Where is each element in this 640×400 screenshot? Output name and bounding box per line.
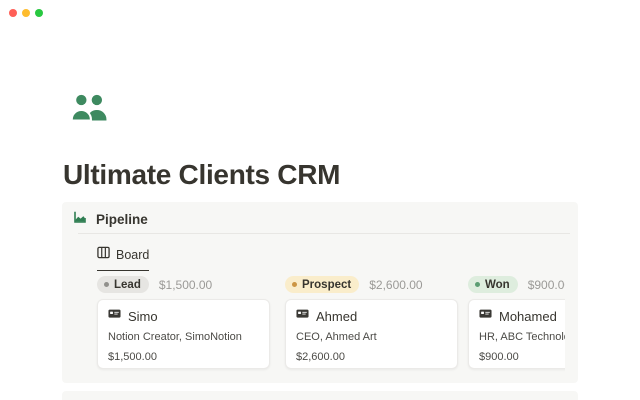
- status-label: Won: [485, 279, 510, 291]
- column-total: $900.00: [528, 278, 565, 292]
- column-header: Prospect $2,600.00: [285, 276, 458, 293]
- people-icon: [66, 86, 112, 132]
- contact-card-icon: [296, 307, 309, 325]
- card-amount: $1,500.00: [108, 351, 259, 363]
- status-dot-icon: [292, 282, 297, 287]
- board-columns-icon: [97, 246, 110, 264]
- status-pill-won[interactable]: Won: [468, 276, 518, 293]
- contact-card-icon: [479, 307, 492, 325]
- tab-board[interactable]: Board: [97, 246, 149, 271]
- minimize-button[interactable]: [22, 9, 30, 17]
- board-view: Lead $1,500.00: [62, 276, 565, 383]
- card-name: Ahmed: [316, 309, 357, 324]
- status-label: Lead: [114, 279, 141, 291]
- card-amount: $2,600.00: [296, 351, 447, 363]
- card-name: Simo: [128, 309, 158, 324]
- divider: [78, 233, 570, 234]
- app-window: Ultimate Clients CRM Pipeline Board: [0, 0, 640, 400]
- card-ahmed[interactable]: Ahmed CEO, Ahmed Art $2,600.00: [285, 299, 458, 369]
- zoom-button[interactable]: [35, 9, 43, 17]
- card-name: Mohamed: [499, 309, 557, 324]
- card-subtitle: CEO, Ahmed Art: [296, 331, 447, 343]
- card-amount: $900.00: [479, 351, 565, 363]
- next-section-block: [62, 391, 578, 400]
- column-total: $2,600.00: [369, 278, 422, 292]
- board-column-lead: Lead $1,500.00: [97, 276, 270, 369]
- column-header: Lead $1,500.00: [97, 276, 270, 293]
- close-button[interactable]: [9, 9, 17, 17]
- board-column-prospect: Prospect $2,600.00: [285, 276, 458, 369]
- board-column-won: Won $900.00 Mo: [468, 276, 565, 369]
- card-simo[interactable]: Simo Notion Creator, SimoNotion $1,500.0…: [97, 299, 270, 369]
- status-pill-lead[interactable]: Lead: [97, 276, 149, 293]
- status-dot-icon: [475, 282, 480, 287]
- card-title-row: Simo: [108, 309, 259, 323]
- pipeline-section: Pipeline Board Lead: [62, 202, 578, 383]
- column-header: Won $900.00: [468, 276, 565, 293]
- card-title-row: Mohamed: [479, 309, 565, 323]
- tab-board-label: Board: [116, 248, 149, 262]
- contact-card-icon: [108, 307, 121, 325]
- column-total: $1,500.00: [159, 278, 212, 292]
- card-mohamed[interactable]: Mohamed HR, ABC Technology $900.00: [468, 299, 565, 369]
- window-controls: [9, 9, 43, 17]
- card-title-row: Ahmed: [296, 309, 447, 323]
- card-subtitle: HR, ABC Technology: [479, 331, 565, 343]
- status-dot-icon: [104, 282, 109, 287]
- pipeline-header: Pipeline: [72, 210, 148, 228]
- pipeline-title: Pipeline: [96, 212, 148, 227]
- status-pill-prospect[interactable]: Prospect: [285, 276, 359, 293]
- area-chart-icon: [72, 209, 88, 230]
- card-subtitle: Notion Creator, SimoNotion: [108, 331, 259, 343]
- status-label: Prospect: [302, 279, 351, 291]
- page-title: Ultimate Clients CRM: [63, 158, 340, 192]
